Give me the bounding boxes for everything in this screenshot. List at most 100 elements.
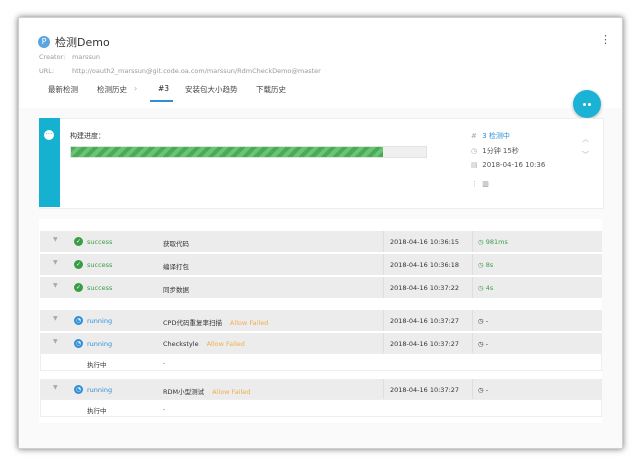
expand-icon[interactable]: ▼ — [53, 259, 58, 266]
step-duration-text: - — [485, 340, 489, 348]
step-time: 2018-04-16 10:37:27 — [390, 317, 460, 325]
clipboard-icon[interactable]: ▥ — [482, 180, 489, 188]
url-value[interactable]: http://oauth2_marssun@git.code.oa.com/ma… — [72, 67, 321, 75]
step-log-label: 执行中 — [87, 407, 107, 415]
tab-build-3[interactable]: #3 — [158, 84, 169, 93]
clock-icon: ◷ — [478, 340, 484, 348]
column-divider — [472, 379, 473, 400]
column-divider — [383, 277, 384, 298]
tab-latest[interactable]: 最新检测 — [48, 84, 78, 95]
fab-more-button[interactable] — [573, 90, 601, 118]
creator-label: Creator: — [39, 53, 66, 61]
chevron-up-icon[interactable]: ︿ — [582, 134, 589, 144]
spinner-icon: ◔ — [74, 316, 83, 325]
step-name: Checkstyle Allow Failed — [163, 340, 245, 348]
step-status: success — [87, 284, 113, 292]
more-vertical-icon[interactable]: ⋮ — [471, 180, 480, 188]
column-divider — [472, 277, 473, 298]
clock-icon: ◷ — [471, 147, 478, 155]
step-time: 2018-04-16 10:37:27 — [390, 386, 460, 394]
tab-download-history[interactable]: 下载历史 — [256, 84, 286, 95]
step-time: 2018-04-16 10:36:15 — [390, 238, 460, 246]
step-status: success — [87, 261, 113, 269]
allow-failed-badge: Allow Failed — [229, 319, 269, 327]
step-name-text: Checkstyle — [163, 340, 199, 348]
step-time: 2018-04-16 10:37:27 — [390, 340, 460, 348]
tab-history[interactable]: 检测历史 — [97, 84, 127, 95]
check-circle-icon: ✓ — [74, 237, 83, 246]
kebab-vertical-icon[interactable]: ⋮ — [600, 34, 611, 45]
progress-fill — [71, 147, 384, 157]
step-row[interactable]: ▼ ✓ success 获取代码 2018-04-16 10:36:15 ◷ 9… — [40, 231, 602, 252]
column-divider — [383, 333, 384, 354]
step-name: 编译打包 — [163, 263, 189, 271]
step-status: running — [87, 386, 113, 394]
chevron-down-icon[interactable]: ﹀ — [582, 150, 589, 160]
project-logo: P — [38, 36, 50, 48]
hash-icon: # — [471, 132, 477, 140]
step-name: CPD代码重复率扫描 Allow Failed — [163, 317, 268, 327]
step-log-value: - — [163, 405, 166, 413]
step-duration-text: - — [485, 386, 489, 394]
expand-icon[interactable]: ▼ — [53, 338, 58, 345]
tab-size-trend[interactable]: 安装包大小趋势 — [185, 84, 238, 95]
clock-icon: ◷ — [478, 386, 484, 394]
build-date: ▤ 2018-04-16 10:36 — [471, 161, 545, 169]
step-duration-text: 8s — [485, 261, 494, 269]
clock-icon: ◷ — [478, 238, 484, 246]
expand-icon[interactable]: ▼ — [53, 384, 58, 391]
expand-icon[interactable]: ▼ — [53, 236, 58, 243]
step-duration: ◷ 981ms — [478, 238, 508, 246]
step-log-value: - — [163, 359, 166, 367]
progress-label: 构建进度： — [70, 132, 105, 140]
column-divider — [472, 231, 473, 252]
column-divider — [383, 254, 384, 275]
step-status: running — [87, 317, 113, 325]
build-status-stripe: ··· — [39, 118, 60, 207]
build-status[interactable]: # 3 检测中 — [471, 131, 510, 141]
check-circle-icon: ✓ — [74, 283, 83, 292]
clock-icon: ◷ — [478, 261, 484, 269]
step-duration: ◷ - — [478, 340, 488, 348]
expand-icon[interactable]: ▼ — [53, 315, 58, 322]
allow-failed-badge: Allow Failed — [212, 388, 251, 396]
clock-icon: ◷ — [478, 284, 484, 292]
chevron-right-icon: › — [134, 84, 138, 93]
step-duration-text: 4s — [485, 284, 494, 292]
step-duration: ◷ - — [478, 317, 488, 325]
step-name: 获取代码 — [163, 240, 189, 248]
step-duration: ◷ 4s — [478, 284, 493, 292]
step-duration-text: - — [485, 317, 489, 325]
build-duration: ◷ 1分钟 15秒 — [471, 146, 519, 156]
column-divider — [472, 254, 473, 275]
step-duration: ◷ 8s — [478, 261, 493, 269]
step-row[interactable]: ▼ ✓ success 编译打包 2018-04-16 10:36:18 ◷ 8… — [40, 254, 602, 275]
step-name: RDM小型测试 Allow Failed — [163, 386, 250, 396]
build-duration-text: 1分钟 15秒 — [482, 147, 519, 155]
step-duration-text: 981ms — [485, 238, 508, 246]
step-name: 同步数据 — [163, 286, 189, 294]
page-title: 检测Demo — [55, 36, 110, 49]
dot-icon — [583, 103, 586, 106]
step-row[interactable]: ▼ ◔ running Checkstyle Allow Failed 2018-… — [40, 333, 602, 354]
step-row[interactable]: ▼ ◔ running CPD代码重复率扫描 Allow Failed 2018-… — [40, 310, 602, 331]
spinner-icon: ◔ — [74, 385, 83, 394]
step-log-label: 执行中 — [87, 361, 107, 369]
creator-value: marssun — [72, 53, 100, 61]
step-row[interactable]: ▼ ◔ running RDM小型测试 Allow Failed 2018-04-… — [40, 379, 602, 400]
step-status: success — [87, 238, 113, 246]
spinner-icon: ◔ — [74, 339, 83, 348]
expand-icon[interactable]: ▼ — [53, 282, 58, 289]
build-actions: ⋮ ▥ — [471, 180, 489, 188]
step-row[interactable]: ▼ ✓ success 同步数据 2018-04-16 10:37:22 ◷ 4… — [40, 277, 602, 298]
column-divider — [383, 310, 384, 331]
active-tab-indicator — [150, 100, 173, 102]
step-name-text: CPD代码重复率扫描 — [163, 319, 222, 327]
step-log-row: 执行中 - — [40, 399, 602, 417]
url-label: URL: — [39, 67, 55, 75]
step-time: 2018-04-16 10:36:18 — [390, 261, 460, 269]
step-duration: ◷ - — [478, 386, 488, 394]
calendar-icon: ▤ — [471, 161, 478, 169]
column-divider — [472, 333, 473, 354]
creator-row: Creator: marssun — [39, 53, 100, 61]
